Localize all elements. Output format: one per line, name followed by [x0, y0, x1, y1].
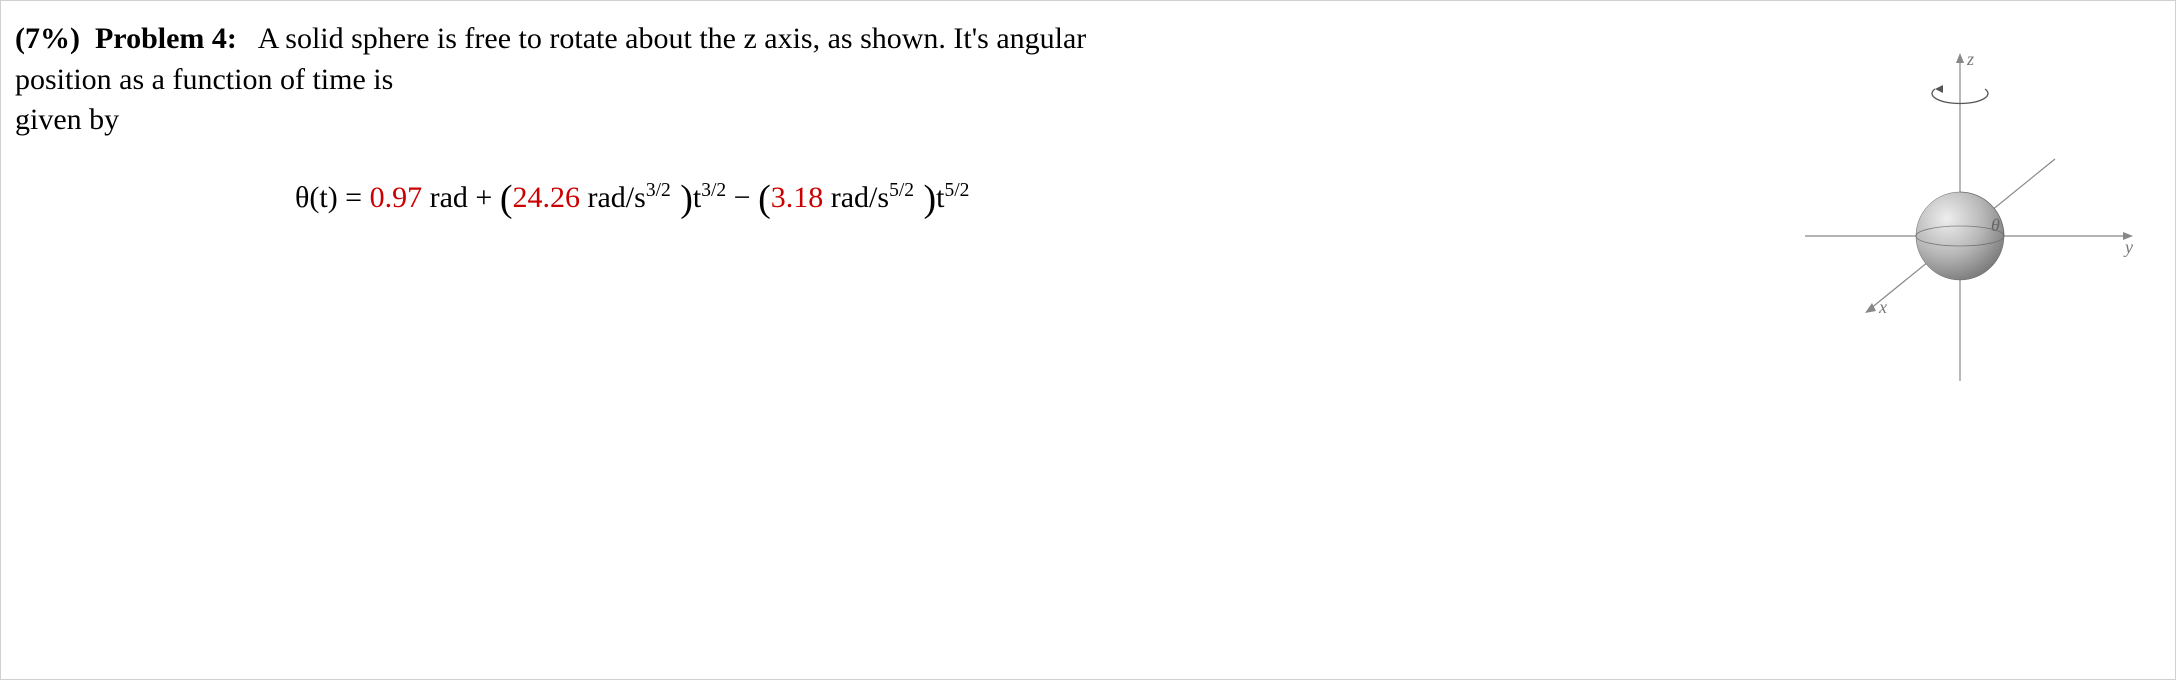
problem-prompt: (7%) Problem 4: A solid sphere is free t…	[15, 19, 1175, 141]
rotation-arrow	[1935, 85, 1943, 93]
eq-t1: t	[693, 181, 701, 214]
axis-z-label: z	[1966, 49, 1974, 69]
eq-t1-exp: 3/2	[701, 180, 726, 201]
problem-text-line2: given by	[15, 103, 119, 136]
figure-svg: z y x θ	[1775, 41, 2145, 401]
eq-c1-unit: rad/s	[580, 181, 646, 214]
eq-c2: 3.18	[771, 181, 824, 214]
figure-sphere-axes: z y x θ	[1775, 41, 2145, 401]
sphere	[1916, 192, 2004, 280]
axis-z-arrow	[1956, 53, 1964, 63]
eq-c0: 0.97	[370, 181, 423, 214]
eq-lhs: θ(t) =	[295, 181, 370, 214]
eq-lparen1: (	[500, 178, 513, 220]
axis-x-arrow	[1865, 303, 1876, 313]
eq-minus: −	[726, 181, 758, 214]
eq-c1: 24.26	[513, 181, 581, 214]
eq-rparen2: )	[914, 178, 936, 220]
axis-x-label: x	[1878, 297, 1887, 317]
eq-c2-unit: rad/s	[823, 181, 889, 214]
axis-y-label: y	[2123, 237, 2133, 257]
problem-container: (7%) Problem 4: A solid sphere is free t…	[0, 0, 2176, 680]
problem-label: Problem 4:	[95, 22, 237, 55]
problem-weight: (7%)	[15, 22, 80, 55]
theta-label: θ	[1991, 215, 2000, 235]
eq-c1-exp: 3/2	[646, 180, 671, 201]
eq-c2-exp: 5/2	[889, 180, 914, 201]
eq-rparen1: )	[671, 178, 693, 220]
eq-t2: t	[936, 181, 944, 214]
eq-c0-unit: rad +	[422, 181, 500, 214]
eq-t2-exp: 5/2	[945, 180, 970, 201]
eq-lparen2: (	[758, 178, 771, 220]
